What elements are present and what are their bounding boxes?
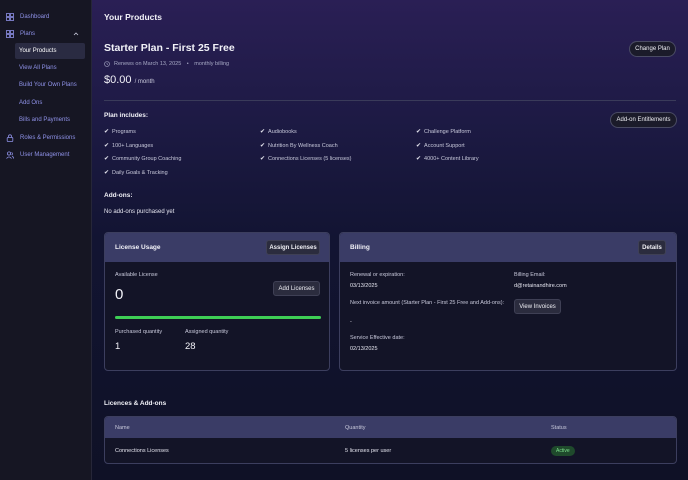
grid-icon (6, 30, 14, 39)
main-content: Your Products Starter Plan - First 25 Fr… (92, 0, 688, 480)
addons-empty-text: No add-ons purchased yet (104, 209, 175, 215)
change-plan-button[interactable]: Change Plan (629, 41, 676, 57)
check-icon: ✔ (260, 143, 266, 149)
view-invoices-button[interactable]: View Invoices (514, 299, 561, 314)
sidebar-item-your-products[interactable]: Your Products (15, 43, 85, 59)
licences-table: Name Quantity Status Connections License… (104, 416, 677, 464)
check-icon: ✔ (104, 143, 110, 149)
sidebar-item-label: Your Products (19, 48, 57, 54)
details-button[interactable]: Details (638, 240, 666, 255)
assigned-quantity-label: Assigned quantity (185, 329, 229, 335)
purchased-quantity-label: Purchased quantity (115, 329, 163, 335)
license-usage-fill (115, 316, 321, 319)
check-icon: ✔ (104, 170, 110, 176)
sidebar-item-bills[interactable]: Bills and Payments (0, 112, 91, 130)
column-header-status: Status (551, 424, 567, 431)
plan-name: Starter Plan - First 25 Free (104, 42, 235, 54)
billing-cycle: monthly billing (194, 61, 230, 67)
billing-header: Billing Details (340, 233, 676, 262)
add-licenses-button[interactable]: Add Licenses (273, 281, 320, 296)
renewal-value: 03/13/2025 (350, 283, 378, 289)
table-row: Connections Licenses 5 licenses per user… (105, 438, 676, 463)
table-header: Name Quantity Status (105, 417, 676, 438)
sidebar-item-label: Roles & Permissions (20, 134, 76, 141)
billing-email-value: d@retainandhire.com (514, 283, 567, 289)
divider (104, 100, 676, 101)
row-quantity: 5 licenses per user (345, 448, 392, 454)
feature-item: ✔ Nutrition By Wellness Coach (260, 142, 338, 150)
clock-icon (104, 61, 110, 67)
plan-includes-title: Plan includes: (104, 112, 149, 119)
feature-item: ✔ 100+ Languages (104, 142, 154, 150)
chevron-up-icon[interactable] (73, 31, 79, 37)
price-period: / month (134, 79, 155, 85)
column-header-name: Name (115, 424, 130, 431)
sidebar-item-label: Plans (20, 31, 36, 38)
licences-title: Licences & Add-ons (104, 400, 167, 407)
check-icon: ✔ (416, 143, 422, 149)
grid-icon (6, 12, 14, 21)
feature-item: ✔ Community Group Coaching (104, 155, 182, 163)
sidebar-item-plans[interactable]: Plans (0, 26, 91, 44)
available-license-value: 0 (115, 286, 124, 303)
sidebar-item-label: Build Your Own Plans (19, 82, 77, 89)
sidebar-item-label: User Management (20, 152, 70, 159)
feature-item: ✔ 4000+ Content Library (416, 155, 479, 163)
sidebar-item-build-your-own[interactable]: Build Your Own Plans (0, 77, 91, 95)
purchased-quantity-value: 1 (115, 341, 121, 352)
check-icon: ✔ (416, 129, 422, 135)
users-icon (6, 151, 14, 160)
renewal-info: Renews on March 13, 2025 • monthly billi… (104, 61, 229, 67)
feature-item: ✔ Connections Licenses (5 licenses) (260, 155, 352, 163)
lock-icon (6, 134, 14, 142)
addons-title: Add-ons: (104, 192, 133, 199)
feature-item: ✔ Challenge Platform (416, 128, 471, 136)
sidebar-item-label: Dashboard (20, 13, 50, 20)
feature-item: ✔ Daily Goals & Tracking (104, 169, 168, 177)
sidebar-item-label: Add Ons (19, 99, 43, 106)
next-invoice-value: - (350, 319, 352, 325)
license-usage-bar (115, 316, 321, 319)
sidebar-item-view-all-plans[interactable]: View All Plans (0, 59, 91, 77)
billing-email-label: Billing Email: (514, 272, 546, 278)
license-usage-title: License Usage (115, 244, 161, 251)
available-license-label: Available License (115, 272, 158, 278)
check-icon: ✔ (416, 156, 422, 162)
renewal-label: Renewal or expiration: (350, 272, 405, 278)
effective-date-value: 02/13/2025 (350, 346, 378, 352)
sidebar-item-label: Bills and Payments (19, 117, 71, 124)
billing-card: Billing Details Renewal or expiration: 0… (339, 232, 677, 371)
column-header-quantity: Quantity (345, 424, 366, 431)
license-usage-header: License Usage Assign Licenses (105, 233, 329, 262)
check-icon: ✔ (104, 156, 110, 162)
check-icon: ✔ (260, 129, 266, 135)
license-usage-card: License Usage Assign Licenses Available … (104, 232, 330, 371)
page-title: Your Products (104, 12, 162, 22)
effective-date-label: Service Effective date: (350, 335, 405, 341)
status-badge: Active (551, 446, 575, 456)
feature-item: ✔ Programs (104, 128, 136, 136)
price-amount: $0.00 (104, 74, 132, 86)
sidebar-item-dashboard[interactable]: Dashboard (0, 8, 91, 26)
sidebar-item-label: View All Plans (19, 64, 57, 71)
check-icon: ✔ (260, 156, 266, 162)
feature-item: ✔ Account Support (416, 142, 465, 150)
sidebar-item-roles[interactable]: Roles & Permissions (0, 129, 91, 147)
assign-licenses-button[interactable]: Assign Licenses (266, 240, 320, 255)
row-name: Connections Licenses (115, 448, 169, 454)
next-invoice-label: Next invoice amount (Starter Plan - Firs… (350, 300, 505, 306)
check-icon: ✔ (104, 129, 110, 135)
addon-entitlements-button[interactable]: Add-on Entitlements (610, 112, 677, 128)
sidebar: Dashboard Plans Your Products View All P… (0, 0, 92, 480)
sidebar-item-user-management[interactable]: User Management (0, 147, 91, 165)
plan-price: $0.00 / month (104, 74, 155, 86)
separator-dot: • (185, 61, 191, 67)
sidebar-item-add-ons[interactable]: Add Ons (0, 94, 91, 112)
feature-item: ✔ Audiobooks (260, 128, 297, 136)
billing-title: Billing (350, 244, 370, 251)
renewal-date: Renews on March 13, 2025 (114, 61, 182, 67)
assigned-quantity-value: 28 (185, 341, 196, 352)
